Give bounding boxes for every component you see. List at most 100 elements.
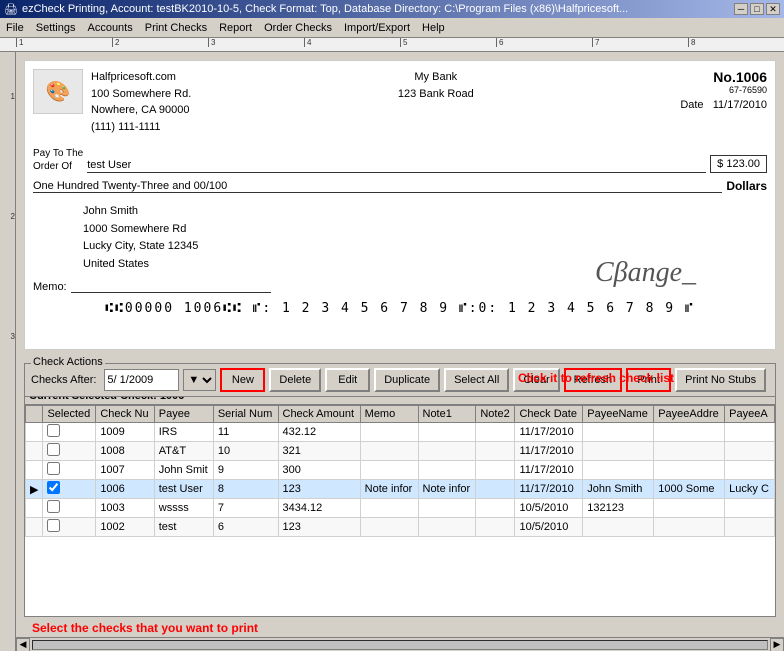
left-margin: 1 2 3 — [0, 52, 16, 651]
table-cell — [725, 461, 775, 480]
table-row[interactable]: 1007John Smit930011/17/2010 — [26, 461, 775, 480]
refresh-button[interactable]: Refresh — [564, 368, 623, 392]
minimize-button[interactable]: ─ — [734, 3, 748, 15]
ruler-tick-8: 8 — [688, 38, 784, 47]
menu-order-checks[interactable]: Order Checks — [258, 20, 338, 36]
table-cell: test User — [154, 480, 213, 499]
table-cell: AT&T — [154, 442, 213, 461]
print-no-stubs-button[interactable]: Print No Stubs — [675, 368, 766, 392]
table-cell — [418, 499, 476, 518]
ruler-tick-3: 3 — [208, 38, 304, 47]
row-checkbox[interactable] — [47, 462, 60, 475]
row-checkbox[interactable] — [47, 481, 60, 494]
menu-accounts[interactable]: Accounts — [81, 20, 138, 36]
col-amount: Check Amount — [278, 406, 360, 423]
title-bar-title: 🖨 ezCheck Printing, Account: testBK2010-… — [4, 3, 628, 16]
table-cell: 321 — [278, 442, 360, 461]
close-button[interactable]: ✕ — [766, 3, 780, 15]
new-button[interactable]: New — [220, 368, 265, 392]
row-checkbox[interactable] — [47, 424, 60, 437]
table-cell: 1006 — [96, 480, 154, 499]
table-cell: 1008 — [96, 442, 154, 461]
table-cell — [26, 518, 43, 537]
table-cell — [476, 499, 515, 518]
duplicate-button[interactable]: Duplicate — [374, 368, 440, 392]
signature-area: Cβange_ — [595, 257, 755, 289]
table-cell: IRS — [154, 423, 213, 442]
table-cell — [476, 480, 515, 499]
table-cell: 9 — [213, 461, 278, 480]
margin-marker-2: 2 — [11, 212, 15, 221]
table-cell: Note infor — [418, 480, 476, 499]
table-cell — [476, 442, 515, 461]
delete-button[interactable]: Delete — [269, 368, 321, 392]
menu-help[interactable]: Help — [416, 20, 451, 36]
table-cell — [725, 499, 775, 518]
table-cell — [725, 518, 775, 537]
row-checkbox[interactable] — [47, 500, 60, 513]
scroll-right-button[interactable]: ▶ — [770, 638, 784, 651]
pay-to-row: Pay To TheOrder Of test User $ 123.00 — [33, 147, 767, 173]
ruler-tick-1: 1 — [16, 38, 112, 47]
amount-words-row: One Hundred Twenty-Three and 00/100 Doll… — [33, 179, 767, 193]
main-area: 1 2 3 🎨 Halfpricesoft.com 100 Somewhere … — [0, 52, 784, 651]
table-cell: 1002 — [96, 518, 154, 537]
table-row[interactable]: ▶1006test User8123Note inforNote infor11… — [26, 480, 775, 499]
table-cell: 11 — [213, 423, 278, 442]
col-note1: Note1 — [418, 406, 476, 423]
table-cell — [360, 423, 418, 442]
table-wrapper[interactable]: Selected Check Nu Payee Serial Num Check… — [25, 405, 775, 616]
checks-after-input[interactable] — [104, 369, 179, 391]
table-cell: 10 — [213, 442, 278, 461]
menu-report[interactable]: Report — [213, 20, 258, 36]
col-selected: Selected — [43, 406, 96, 423]
company-logo: 🎨 — [33, 69, 83, 114]
table-cell — [654, 461, 725, 480]
table-cell — [476, 518, 515, 537]
table-cell: ▶ — [26, 480, 43, 499]
table-cell — [476, 423, 515, 442]
table-cell — [26, 461, 43, 480]
table-cell — [360, 461, 418, 480]
table-cell: 8 — [213, 480, 278, 499]
table-cell — [418, 461, 476, 480]
table-row[interactable]: 1002test612310/5/2010 — [26, 518, 775, 537]
menu-import-export[interactable]: Import/Export — [338, 20, 416, 36]
scroll-track[interactable] — [32, 640, 768, 650]
menu-file[interactable]: File — [0, 20, 30, 36]
horizontal-scrollbar[interactable]: ◀ ▶ — [16, 637, 784, 651]
table-cell: John Smit — [154, 461, 213, 480]
ruler-tick-2: 2 — [112, 38, 208, 47]
table-row[interactable]: 1008AT&T1032111/17/2010 — [26, 442, 775, 461]
ruler-tick-7: 7 — [592, 38, 688, 47]
table-row[interactable]: 1009IRS11432.1211/17/2010 — [26, 423, 775, 442]
table-row[interactable]: 1003wssss73434.1210/5/2010132123 — [26, 499, 775, 518]
date-dropdown[interactable]: ▼ — [183, 369, 216, 391]
table-cell — [26, 423, 43, 442]
table-cell — [583, 442, 654, 461]
check-number-area: No.1006 67-76590 Date 11/17/2010 — [680, 69, 767, 111]
table-cell — [418, 518, 476, 537]
table-cell: 6 — [213, 518, 278, 537]
checks-table: Selected Check Nu Payee Serial Num Check… — [25, 405, 775, 537]
row-checkbox[interactable] — [47, 519, 60, 532]
scroll-left-button[interactable]: ◀ — [16, 638, 30, 651]
clear-button[interactable]: Clear — [513, 368, 559, 392]
table-cell: 10/5/2010 — [515, 499, 583, 518]
maximize-button[interactable]: □ — [750, 3, 764, 15]
edit-button[interactable]: Edit — [325, 368, 370, 392]
print-button[interactable]: Print — [626, 368, 671, 392]
check-preview: 🎨 Halfpricesoft.com 100 Somewhere Rd. No… — [24, 60, 776, 350]
table-cell — [654, 499, 725, 518]
table-cell: 7 — [213, 499, 278, 518]
menu-bar: File Settings Accounts Print Checks Repo… — [0, 18, 784, 38]
table-cell — [26, 499, 43, 518]
table-cell: 123 — [278, 518, 360, 537]
row-checkbox[interactable] — [47, 443, 60, 456]
menu-settings[interactable]: Settings — [30, 20, 82, 36]
table-cell: 132123 — [583, 499, 654, 518]
menu-print-checks[interactable]: Print Checks — [139, 20, 213, 36]
table-cell — [583, 461, 654, 480]
table-cell — [360, 499, 418, 518]
select-all-button[interactable]: Select All — [444, 368, 509, 392]
